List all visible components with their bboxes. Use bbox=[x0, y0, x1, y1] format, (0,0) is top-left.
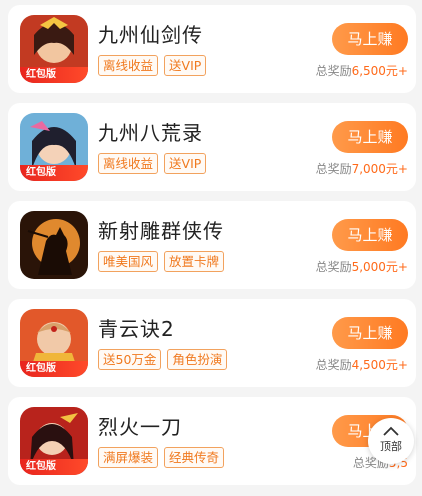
tag: 送VIP bbox=[164, 55, 207, 76]
reward-amount: 5,000元+ bbox=[351, 260, 408, 274]
reward-amount: 6,500元+ bbox=[351, 64, 408, 78]
game-title: 九州八荒录 bbox=[98, 121, 203, 145]
tag: 满屏爆装 bbox=[98, 447, 159, 468]
tag: 唯美国风 bbox=[98, 251, 159, 272]
red-packet-badge: 红包版 bbox=[20, 67, 88, 83]
tag: 离线收益 bbox=[98, 153, 159, 174]
chevron-up-icon bbox=[383, 426, 399, 436]
red-packet-badge: 红包版 bbox=[20, 361, 88, 377]
red-packet-badge: 红包版 bbox=[20, 459, 88, 475]
tag-list: 离线收益 送VIP bbox=[98, 153, 207, 174]
game-card[interactable]: 红包版 烈火一刀 满屏爆装 经典传奇 马上赚 总奖励5,5 bbox=[8, 397, 416, 485]
tag: 送VIP bbox=[164, 153, 207, 174]
reward-prefix: 总奖励 bbox=[315, 64, 352, 78]
tag-list: 送50万金 角色扮演 bbox=[98, 349, 228, 370]
back-to-top-button[interactable]: 顶部 bbox=[368, 418, 414, 464]
red-packet-badge: 红包版 bbox=[20, 165, 88, 181]
back-to-top-label: 顶部 bbox=[380, 440, 402, 453]
earn-now-button[interactable]: 马上赚 bbox=[332, 121, 408, 153]
game-card[interactable]: 红包版 九州仙剑传 离线收益 送VIP 马上赚 总奖励6,500元+ bbox=[8, 5, 416, 93]
tag-list: 离线收益 送VIP bbox=[98, 55, 207, 76]
game-thumbnail[interactable]: 红包版 bbox=[20, 113, 88, 181]
tag: 角色扮演 bbox=[167, 349, 228, 370]
total-reward: 总奖励4,500元+ bbox=[316, 356, 408, 373]
tag: 经典传奇 bbox=[164, 447, 225, 468]
reward-prefix: 总奖励 bbox=[315, 260, 352, 274]
earn-now-button[interactable]: 马上赚 bbox=[332, 23, 408, 55]
total-reward: 总奖励5,000元+ bbox=[316, 258, 408, 275]
game-thumbnail[interactable]: 红包版 bbox=[20, 15, 88, 83]
total-reward: 总奖励6,500元+ bbox=[316, 62, 408, 79]
tag: 送50万金 bbox=[98, 349, 162, 370]
tag-list: 唯美国风 放置卡牌 bbox=[98, 251, 225, 272]
earn-now-button[interactable]: 马上赚 bbox=[332, 219, 408, 251]
game-thumbnail[interactable]: 红包版 bbox=[20, 309, 88, 377]
earn-now-button[interactable]: 马上赚 bbox=[332, 317, 408, 349]
reward-prefix: 总奖励 bbox=[315, 358, 352, 372]
game-card[interactable]: 红包版 青云诀2 送50万金 角色扮演 马上赚 总奖励4,500元+ bbox=[8, 299, 416, 387]
tag: 离线收益 bbox=[98, 55, 159, 76]
tag: 放置卡牌 bbox=[164, 251, 225, 272]
reward-prefix: 总奖励 bbox=[315, 162, 352, 176]
total-reward: 总奖励7,000元+ bbox=[316, 160, 408, 177]
reward-amount: 4,500元+ bbox=[351, 358, 408, 372]
game-thumbnail[interactable] bbox=[20, 211, 88, 279]
game-thumbnail[interactable]: 红包版 bbox=[20, 407, 88, 475]
game-card[interactable]: 红包版 九州八荒录 离线收益 送VIP 马上赚 总奖励7,000元+ bbox=[8, 103, 416, 191]
game-title: 新射雕群侠传 bbox=[98, 219, 224, 243]
game-title: 九州仙剑传 bbox=[98, 23, 203, 47]
game-title: 烈火一刀 bbox=[98, 415, 182, 439]
game-title: 青云诀2 bbox=[98, 317, 175, 341]
tag-list: 满屏爆装 经典传奇 bbox=[98, 447, 225, 468]
game-card[interactable]: 新射雕群侠传 唯美国风 放置卡牌 马上赚 总奖励5,000元+ bbox=[8, 201, 416, 289]
reward-amount: 7,000元+ bbox=[351, 162, 408, 176]
